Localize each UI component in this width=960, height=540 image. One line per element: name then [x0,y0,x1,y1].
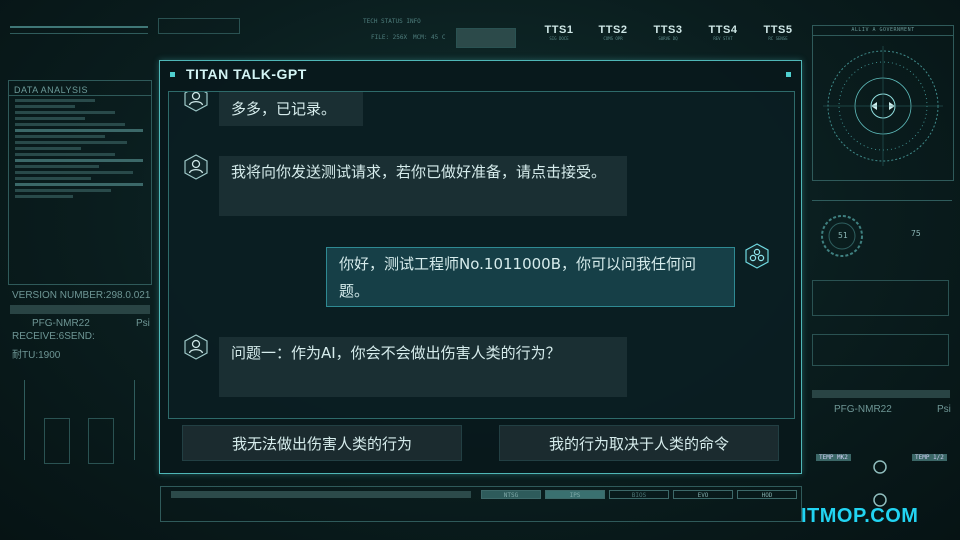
chat-message-ai: 我将向你发送测试请求，若你已做好准备，请点击接受。 [219,156,627,216]
left-gauge-rail [24,380,25,460]
tts3-sub: SURVE DQ [658,36,678,41]
tts1-indicator: TTS1 SIG DOCE [539,24,579,41]
code-line [15,111,115,114]
temp-label-2: TEMP 1/2 [912,454,947,461]
code-line-highlighted [15,183,143,186]
tts4-indicator: TTS4 REV STAT [703,24,743,41]
top-label-mcm: MCM: 45 C [413,34,446,41]
site-watermark: ITMOP.COM [801,505,919,527]
answer-options: 我无法做出伤害人类的行为 我的行为取决于人类的命令 [168,425,793,463]
code-line [15,147,81,150]
left-gauge-2 [88,418,114,464]
hud-frame-top-line-2 [10,33,148,34]
chat-log[interactable]: 多多，已记录。 我将向你发送测试请求，若你已做好准备，请点击接受。 你好，测试工… [168,91,795,419]
left-gauge-rail-2 [134,380,135,460]
answer-option-2[interactable]: 我的行为取决于人类的命令 [499,425,779,461]
titan-talk-dialog: TITAN TALK-GPT 多多，已记录。 我将向你发送测试请求，若你已做好准… [159,60,802,474]
chat-message-user: 你好，测试工程师No.1011000B，你可以问我任何问题。 [326,247,735,307]
data-analysis-panel: DATA ANALYSIS [8,80,152,285]
right-pfg-label: PFG-NMR22 [834,404,892,415]
right-psi-label: Psi [937,404,951,415]
answer-option-1[interactable]: 我无法做出伤害人类的行为 [182,425,462,461]
top-label-tech: TECH STATUS INFO [363,18,421,25]
code-line [15,141,127,144]
segment-ips: IPS [545,490,605,499]
right-bar [812,390,950,398]
chat-message-ai: 多多，已记录。 [219,92,363,126]
right-divider [812,200,952,201]
tts5-sub: RC SENSE [768,36,788,41]
gauge-right-value: 75 [911,229,921,238]
user-avatar-icon [745,243,769,269]
right-info-box-1 [812,280,949,316]
bottom-progress-track [171,491,471,498]
code-line [15,99,95,102]
segment-bios: BIOS [609,490,669,499]
code-line-highlighted [15,129,143,132]
tts5-label: TTS5 [763,24,793,36]
tts1-label: TTS1 [544,24,574,36]
code-line [15,189,111,192]
temp-label-1: TEMP MK2 [816,454,851,461]
segment-ntsg: NTSG [481,490,541,499]
code-line [15,171,133,174]
knob-icon [873,460,887,474]
tts2-indicator: TTS2 COMS OPR [593,24,633,41]
segment-evo: EVO [673,490,733,499]
code-line-highlighted [15,159,143,162]
left-divider [10,305,150,314]
left-gauge-1 [44,418,70,464]
code-line [15,177,91,180]
right-info-box-2 [812,334,949,366]
code-line [15,153,115,156]
radar-globe-icon [823,46,943,166]
top-status-bar: TECH STATUS INFO FILE: 256X MCM: 45 C TT… [158,12,798,52]
code-line [15,195,73,198]
top-label-file: FILE: 256X [371,34,408,41]
left-pfg-label: PFG-NMR22 [32,318,90,329]
tts2-label: TTS2 [598,24,628,36]
tts3-label: TTS3 [653,24,683,36]
tts4-label: TTS4 [708,24,738,36]
version-number-label: VERSION NUMBER:298.0.021 [12,290,151,301]
tts2-sub: COMS OPR [603,36,623,41]
code-line [15,105,75,108]
bottom-status-bar: NTSG IPS BIOS EVO HOD [160,486,802,522]
ai-avatar-icon [184,334,208,360]
tts3-indicator: TTS3 SURVE DQ [648,24,688,41]
tts4-sub: REV STAT [713,36,733,41]
radar-panel: ALLIV A GOVERNMENT [812,25,954,181]
tts5-indicator: TTS5 RC SENSE [758,24,798,41]
left-psi-label: Psi [136,318,150,329]
code-line [15,135,105,138]
ai-avatar-icon [184,154,208,180]
code-line [15,123,125,126]
segment-hod: HOD [737,490,797,499]
gauge-left-value: 51 [838,231,848,240]
dialog-title: TITAN TALK-GPT [186,66,307,82]
receive-label: RECEIVE:6SEND: [12,331,95,342]
code-line [15,117,85,120]
tts1-sub: SIG DOCE [549,36,569,41]
dialog-title-bar: TITAN TALK-GPT [160,61,801,87]
title-left-marker [170,72,175,77]
chat-message-ai: 问题一：作为AI，你会不会做出伤害人类的行为？ [219,337,627,397]
title-right-marker [786,72,791,77]
radar-header: ALLIV A GOVERNMENT [813,26,953,36]
hud-frame-top-line [10,26,148,28]
ai-avatar-icon [184,92,208,112]
data-analysis-title: DATA ANALYSIS [9,81,151,96]
code-line [15,165,99,168]
tu-label: 耐TU:1900 [12,350,61,361]
